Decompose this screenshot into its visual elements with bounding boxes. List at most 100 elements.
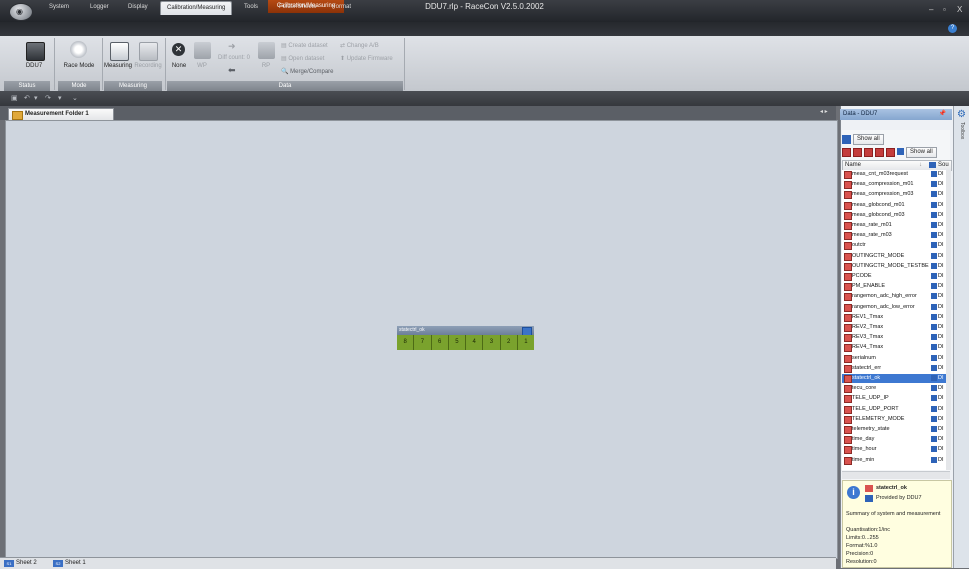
ddu7-button[interactable]: DDU7 [14, 63, 54, 69]
rp-button[interactable]: RP [254, 63, 278, 69]
open-dataset-button[interactable]: ▤ Open dataset [281, 55, 324, 62]
source-filter-icon[interactable] [929, 162, 936, 168]
show-all-button-right[interactable]: Show all [906, 147, 937, 158]
list-item[interactable]: meas_globcond_m03 DI [842, 211, 946, 220]
save-icon[interactable]: ▣ [11, 94, 18, 102]
list-item[interactable]: TELE_UDP_PORT DI [842, 405, 946, 414]
list-item[interactable]: time_hour DI [842, 445, 946, 455]
filter-icon[interactable] [853, 148, 862, 157]
wp-icon [194, 42, 211, 59]
list-item[interactable]: meas_globcond_m01 DI [842, 201, 946, 210]
column-source-header[interactable]: Sou [938, 161, 949, 170]
list-item[interactable]: time_min DI [842, 456, 946, 465]
measuring-button[interactable]: Measuring [102, 63, 134, 69]
channel-icon [844, 262, 852, 271]
list-item-name: serialnum [852, 354, 876, 361]
channel-icon [844, 364, 852, 373]
tab-system[interactable]: System [43, 1, 75, 14]
list-item[interactable]: rangemon_adc_low_error DI [842, 303, 946, 312]
filter-icon[interactable] [842, 148, 851, 157]
undo-icon[interactable]: ↶ [24, 94, 30, 102]
list-item[interactable]: meas_cnt_m03request DI [842, 170, 946, 179]
sheet-tab[interactable]: S1 Sheet 2 [3, 559, 56, 568]
channel-icon [844, 436, 852, 445]
dropdown-icon[interactable]: ▾ [58, 94, 62, 102]
list-item[interactable]: statectrl_ok DI [842, 374, 946, 383]
info-name: statectrl_ok [876, 485, 907, 491]
list-item[interactable]: OUTINGCTR_MODE_TESTBE DI [842, 262, 946, 271]
minimize-button[interactable]: – [929, 5, 933, 14]
tab-logger[interactable]: Logger [84, 1, 115, 14]
tab-folder-sheets[interactable]: Folder/Sheets [273, 1, 322, 14]
close-button[interactable]: X [957, 5, 962, 14]
race-mode-button[interactable]: Race Mode [58, 63, 100, 69]
list-item[interactable]: meas_rate_m01 DI [842, 221, 946, 230]
list-item[interactable]: time_day DI [842, 435, 946, 445]
list-item[interactable]: REV1_Tmax DI [842, 313, 946, 322]
source-icon [931, 395, 937, 402]
tab-format[interactable]: Format [326, 1, 357, 14]
column-name-header[interactable]: Name [845, 161, 861, 170]
list-item[interactable]: tecu_core DI [842, 384, 946, 394]
tab-calibration-measuring[interactable]: Calibration/Measuring [160, 1, 233, 15]
maximize-button[interactable]: ▫ [943, 5, 946, 14]
change-ab-button[interactable]: ⇄ Change A/B [340, 42, 379, 49]
list-item[interactable]: telemetry_state DI [842, 425, 946, 434]
data-panel-header: Data - DDU7 📌 [840, 109, 952, 120]
widget-header[interactable]: statectrl_ok [397, 326, 534, 336]
redo-icon[interactable]: ↷ [45, 94, 51, 102]
arrow-left-icon: ⬅ [228, 65, 236, 75]
data-list[interactable]: meas_cnt_m03request DI meas_compression_m0… [842, 170, 946, 470]
tab-display[interactable]: Display [122, 1, 154, 14]
show-all-button-top[interactable]: Show all [853, 134, 884, 145]
sort-icon[interactable]: ↓ [919, 161, 922, 170]
sheet-tab[interactable]: S2 Sheet 1 [52, 559, 105, 568]
source-icon [931, 232, 937, 239]
list-item-source: DI [938, 313, 944, 320]
filter-icon[interactable] [886, 148, 895, 157]
create-dataset-button[interactable]: ▤ Create dataset [281, 42, 328, 49]
list-item[interactable]: PCODE DI [842, 272, 946, 281]
channel-icon [844, 395, 852, 404]
customize-icon[interactable]: ⌄ [72, 94, 78, 102]
list-item[interactable]: meas_rate_m03 DI [842, 231, 946, 241]
list-item-source: DI [938, 273, 944, 279]
none-button[interactable]: None [166, 63, 192, 69]
sheet-tab-bar: S1 Sheet 2 S2 Sheet 1 [0, 557, 836, 569]
filter-icon[interactable] [864, 148, 873, 157]
tree-view-icon[interactable] [842, 135, 851, 144]
list-item[interactable]: OUTINGCTR_MODE DI [842, 252, 946, 261]
list-item[interactable]: serialnum DI [842, 354, 946, 363]
pin-icon[interactable]: 📌 [939, 109, 946, 120]
list-item[interactable]: TELEMETRY_MODE DI [842, 415, 946, 424]
list-item-name: time_hour [852, 446, 877, 453]
wp-button[interactable]: WP [190, 63, 214, 69]
help-icon[interactable]: ? [948, 24, 957, 33]
list-item[interactable]: PM_ENABLE DI [842, 282, 946, 292]
list-vertical-scrollbar[interactable] [946, 170, 951, 470]
list-horizontal-scrollbar[interactable] [842, 471, 950, 479]
merge-compare-button[interactable]: 🔍 Merge/Compare [281, 68, 334, 75]
filter-icon[interactable] [875, 148, 884, 157]
list-item[interactable]: meas_compression_m01 DI [842, 180, 946, 190]
recording-button[interactable]: Recording [132, 63, 164, 69]
source-icon [931, 324, 937, 330]
list-item[interactable]: REV4_Tmax DI [842, 343, 946, 353]
channel-icon [844, 242, 852, 251]
list-item[interactable]: REV3_Tmax DI [842, 333, 946, 343]
tab-scroll-arrows[interactable]: ◂ ▸ [820, 108, 828, 115]
list-item[interactable]: TELE_UDP_IP DI [842, 394, 946, 404]
info-panel: i statectrl_ok Provided by DDU7 Summary … [842, 480, 952, 568]
toolbox-sidebar[interactable]: ⚙ Toolbox [953, 106, 969, 568]
list-item[interactable]: outctr DI [842, 241, 946, 251]
bit-display-widget[interactable]: statectrl_ok 8 7 6 5 4 3 2 1 [397, 326, 534, 350]
list-item[interactable]: statectrl_err DI [842, 364, 946, 373]
bit-cell: 2 [501, 335, 518, 350]
list-item[interactable]: meas_compression_m03 DI [842, 190, 946, 200]
list-item[interactable]: REV2_Tmax DI [842, 323, 946, 332]
tab-tools[interactable]: Tools [238, 1, 264, 14]
filter-icon[interactable] [897, 148, 904, 155]
dropdown-icon[interactable]: ▾ [34, 94, 38, 102]
list-item[interactable]: rangemon_adc_high_error DI [842, 292, 946, 302]
update-firmware-button[interactable]: ⬆ Update Firmware [340, 55, 393, 62]
